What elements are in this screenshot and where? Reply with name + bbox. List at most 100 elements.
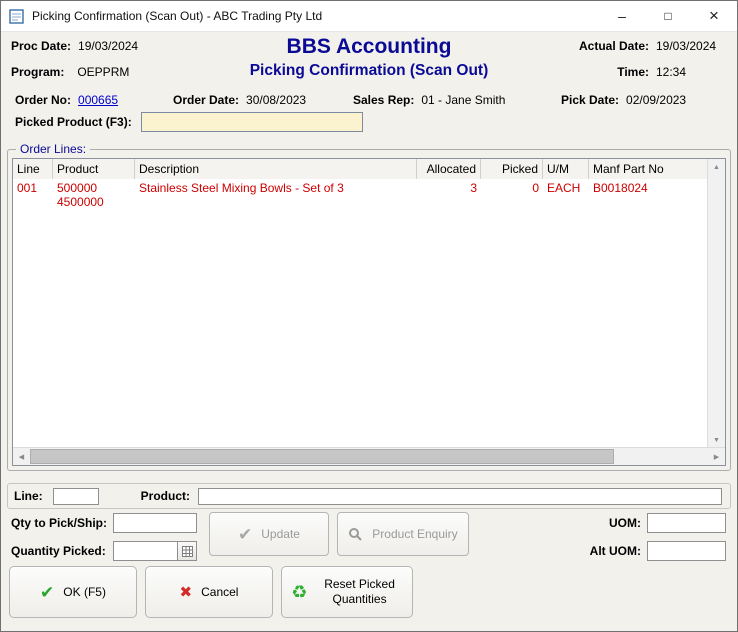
maximize-button[interactable]: □ (645, 1, 691, 31)
sales-rep-label: Sales Rep: (353, 93, 414, 107)
cell-product: 500000 4500000 (53, 179, 135, 209)
product-enquiry-button[interactable]: Product Enquiry (337, 512, 469, 556)
pick-date-field: Pick Date: 02/09/2023 (561, 93, 686, 107)
order-no-label: Order No: (15, 93, 71, 107)
reset-picked-button-label: Reset Picked Quantities (317, 577, 403, 607)
column-header-line[interactable]: Line (13, 159, 53, 179)
calculator-button[interactable] (178, 541, 197, 561)
product-input[interactable] (198, 488, 722, 505)
cancel-button[interactable]: ✖ Cancel (145, 566, 273, 618)
calculator-icon (182, 546, 193, 557)
qty-picked-input[interactable] (113, 541, 178, 561)
ok-button-label: OK (F5) (63, 585, 106, 599)
column-header-product[interactable]: Product (53, 159, 135, 179)
line-label: Line: (14, 489, 43, 503)
order-date-field: Order Date: 30/08/2023 (173, 93, 306, 107)
up-arrow-icon: ▲ (713, 164, 720, 171)
order-date-label: Order Date: (173, 93, 239, 107)
ok-check-icon: ✔ (40, 584, 54, 601)
pick-date-label: Pick Date: (561, 93, 619, 107)
column-header-um[interactable]: U/M (543, 159, 589, 179)
line-input[interactable] (53, 488, 99, 505)
time-label: Time: (555, 65, 649, 79)
minimize-button[interactable]: – (599, 1, 645, 31)
qty-label: Qty to Pick/Ship: (11, 516, 107, 530)
line-detail-strip: Line: Product: (7, 483, 731, 509)
qty-picked-label-wrap: Quantity Picked: (11, 544, 106, 558)
window-title: Picking Confirmation (Scan Out) - ABC Tr… (32, 9, 322, 23)
order-line-row[interactable]: 001 500000 4500000 Stainless Steel Mixin… (13, 179, 708, 209)
uom-label: UOM: (609, 516, 641, 530)
order-no-link[interactable]: 000665 (78, 93, 118, 107)
pick-date-value: 02/09/2023 (626, 93, 686, 107)
column-header-picked[interactable]: Picked (481, 159, 543, 179)
cell-um: EACH (543, 179, 589, 209)
cancel-cross-icon: ✖ (180, 585, 193, 600)
minimize-icon: – (618, 8, 626, 24)
column-header-allocated[interactable]: Allocated (417, 159, 481, 179)
window-icon (9, 9, 24, 24)
order-lines-group-label: Order Lines: (16, 142, 90, 156)
cancel-button-label: Cancel (201, 585, 238, 599)
product-enquiry-button-label: Product Enquiry (372, 527, 457, 541)
actual-date-value: 19/03/2024 (656, 39, 726, 53)
order-lines-group: Order Lines: Line Product Description Al… (7, 149, 731, 471)
scroll-down-button[interactable]: ▼ (708, 432, 725, 448)
cell-line: 001 (13, 179, 53, 209)
cell-manf-part-no: B0018024 (589, 179, 708, 209)
scroll-right-button[interactable]: ▶ (708, 449, 725, 465)
picked-product-input[interactable] (141, 112, 363, 132)
list-header: Line Product Description Allocated Picke… (13, 159, 708, 180)
cell-description: Stainless Steel Mixing Bowls - Set of 3 (135, 179, 417, 209)
qty-picked-label: Quantity Picked: (11, 544, 106, 558)
horizontal-scrollbar[interactable]: ◀ ▶ (13, 447, 725, 465)
qty-field-label-wrap: Qty to Pick/Ship: (11, 516, 107, 530)
actual-date-label: Actual Date: (555, 39, 649, 53)
close-icon: × (709, 6, 719, 26)
scroll-up-button[interactable]: ▲ (708, 159, 725, 175)
uom-input[interactable] (647, 513, 726, 533)
update-button[interactable]: ✔ Update (209, 512, 329, 556)
maximize-icon: □ (664, 9, 671, 23)
alt-uom-label: Alt UOM: (590, 544, 641, 558)
update-button-label: Update (261, 527, 300, 541)
cell-product-line1: 500000 (57, 181, 131, 195)
column-header-description[interactable]: Description (135, 159, 417, 179)
qty-picked-input-group (113, 541, 197, 561)
actual-date-field: Actual Date: 19/03/2024 (555, 39, 727, 53)
recycle-icon: ♻ (291, 583, 307, 601)
cell-allocated: 3 (417, 179, 481, 209)
product-label: Product: (141, 489, 190, 503)
list-body: 001 500000 4500000 Stainless Steel Mixin… (13, 179, 708, 448)
picked-product-label-wrap: Picked Product (F3): (15, 115, 132, 129)
update-check-icon: ✔ (238, 526, 252, 543)
reset-picked-button[interactable]: ♻ Reset Picked Quantities (281, 566, 413, 618)
horizontal-scroll-thumb[interactable] (30, 449, 614, 464)
sales-rep-value: 01 - Jane Smith (421, 93, 505, 107)
column-header-manf-part-no[interactable]: Manf Part No (589, 159, 708, 179)
scroll-left-button[interactable]: ◀ (13, 449, 30, 465)
sales-rep-field: Sales Rep: 01 - Jane Smith (353, 93, 505, 107)
vertical-scrollbar[interactable]: ▲ ▼ (707, 159, 725, 448)
right-arrow-icon: ▶ (714, 453, 719, 461)
time-field: Time: 12:34 (555, 65, 727, 79)
magnifier-icon (348, 527, 363, 542)
alt-uom-label-wrap: Alt UOM: (590, 544, 641, 558)
uom-label-wrap: UOM: (609, 516, 641, 530)
time-value: 12:34 (656, 65, 726, 79)
cell-picked: 0 (481, 179, 543, 209)
cell-product-line2: 4500000 (57, 195, 131, 209)
qty-to-pick-input[interactable] (113, 513, 197, 533)
close-button[interactable]: × (691, 1, 737, 31)
alt-uom-input[interactable] (647, 541, 726, 561)
order-date-value: 30/08/2023 (246, 93, 306, 107)
picking-confirmation-window: Picking Confirmation (Scan Out) - ABC Tr… (0, 0, 738, 632)
order-no-field: Order No: 000665 (15, 93, 118, 107)
picked-product-label: Picked Product (F3): (15, 115, 132, 129)
title-bar: Picking Confirmation (Scan Out) - ABC Tr… (1, 1, 737, 32)
left-arrow-icon: ◀ (19, 453, 24, 461)
ok-button[interactable]: ✔ OK (F5) (9, 566, 137, 618)
window-controls: – □ × (599, 1, 737, 31)
down-arrow-icon: ▼ (713, 437, 720, 444)
order-lines-list: Line Product Description Allocated Picke… (12, 158, 726, 466)
